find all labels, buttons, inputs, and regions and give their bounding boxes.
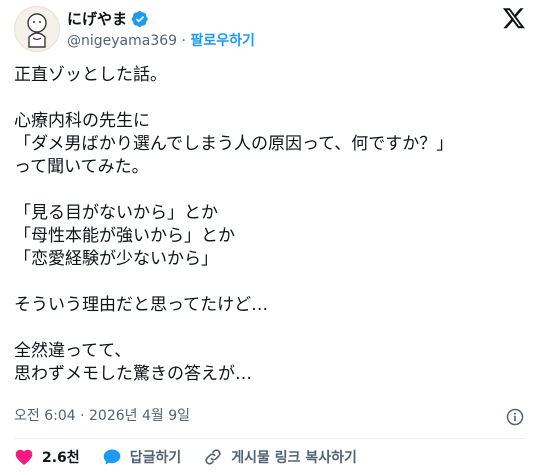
copy-link-button[interactable]: 게시물 링크 복사하기 (203, 447, 357, 467)
link-icon (205, 449, 221, 465)
copy-link-label: 게시물 링크 복사하기 (231, 450, 357, 466)
reply-button[interactable]: 답글하기 (102, 447, 182, 467)
avatar-illustration (27, 13, 47, 48)
follow-button[interactable]: 팔로우하기 (190, 33, 254, 49)
post-header: にげやま @nigeyama369 · 팔로우하기 (14, 6, 526, 56)
handle-row: @nigeyama369 · 팔로우하기 (67, 31, 255, 51)
post-timestamp[interactable]: 오전 6:04 · 2026년 4월 9일 (14, 406, 190, 426)
avatar[interactable] (14, 6, 60, 52)
action-bar: 2.6천 답글하기 게시물 링크 복사하기 (14, 447, 379, 467)
author-name-row: にげやま (67, 9, 255, 29)
heart-icon (15, 449, 33, 465)
author-handle[interactable]: @nigeyama369 (67, 33, 177, 49)
like-count: 2.6천 (42, 450, 80, 466)
like-button[interactable]: 2.6천 (14, 447, 80, 467)
x-logo-icon[interactable] (502, 6, 526, 30)
author-display-name[interactable]: にげやま (67, 9, 127, 29)
handle-separator: · (181, 33, 186, 49)
reply-label: 답글하기 (129, 450, 182, 466)
divider (14, 438, 525, 439)
verified-badge-icon (131, 10, 148, 28)
reply-bubble-icon (103, 449, 121, 465)
post-text: 正直ゾッとした話。 心療内科の先生に 「ダメ男ばかり選んでしまう人の原因って、何… (14, 65, 454, 384)
author-block: にげやま @nigeyama369 · 팔로우하기 (67, 9, 255, 51)
info-icon[interactable] (505, 407, 525, 427)
